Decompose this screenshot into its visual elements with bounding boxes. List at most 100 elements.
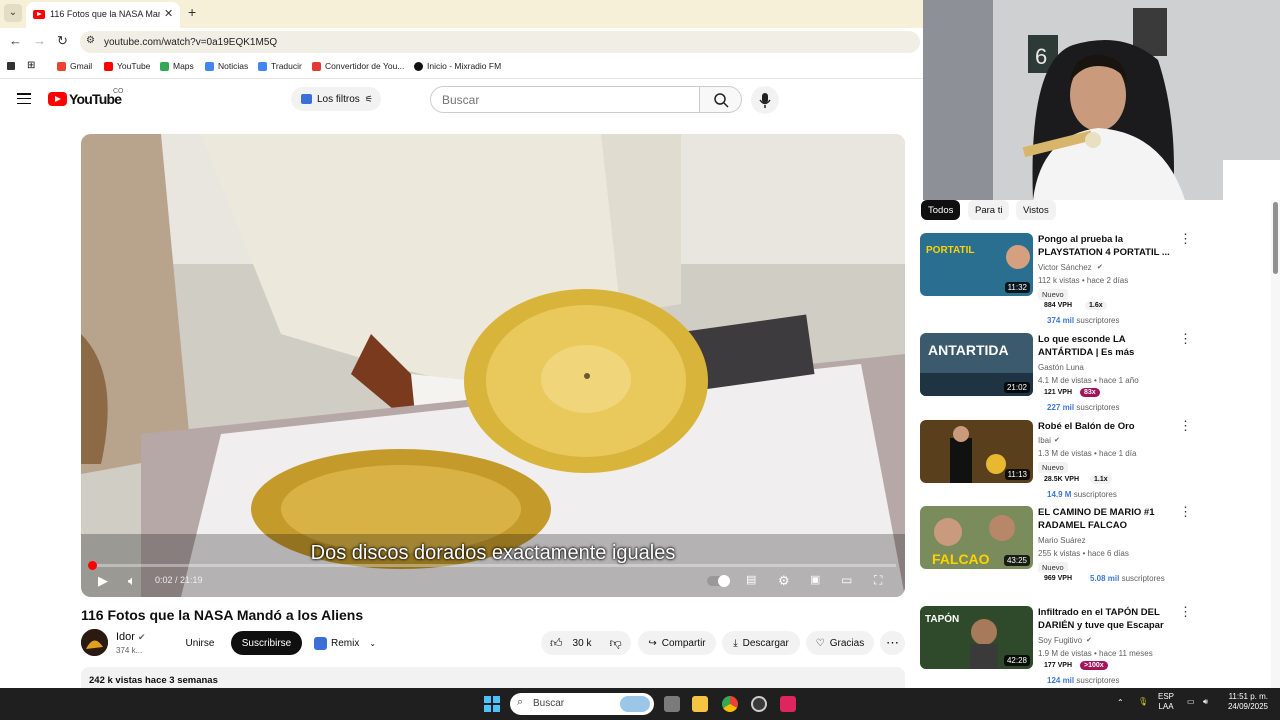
more-options-icon[interactable]: ⋮ (1179, 332, 1192, 345)
grid-icon[interactable]: ⊞ (27, 60, 35, 71)
vph-badge: 884 VPH (1044, 302, 1073, 309)
share-button[interactable]: ↪ Compartir (638, 631, 716, 655)
channel-avatar[interactable] (81, 629, 108, 656)
related-channel-name[interactable]: Victor Sánchez (1038, 263, 1092, 272)
related-video-title[interactable]: Infiltrado en el TAPÓN DEL DARIÉN y tuve… (1038, 606, 1170, 632)
active-tab[interactable]: 116 Fotos que la NASA Mandó a los Aliens… (26, 2, 180, 28)
url-text: youtube.com/watch?v=0a19EQK1M5Q (104, 37, 278, 48)
bookmark-youtube[interactable]: YouTube (104, 61, 150, 71)
thumbs-down-icon[interactable]: 👎︎ (609, 636, 621, 651)
share-arrow-icon: ↪ (648, 637, 657, 649)
bookmark-mixradio[interactable]: Inicio - Mixradio FM (414, 61, 501, 71)
chevron-down-icon[interactable]: ⌄ (369, 639, 376, 648)
related-video-title[interactable]: EL CAMINO DE MARIO #1 RADAMEL FALCAO (1038, 506, 1170, 532)
related-video-title[interactable]: Pongo al prueba la PLAYSTATION 4 PORTATI… (1038, 233, 1170, 259)
tab-search-button[interactable]: ⌄ (4, 4, 22, 22)
scrollbar-thumb[interactable] (1273, 202, 1278, 274)
more-actions-icon[interactable]: ⋯ (880, 631, 905, 655)
video-thumbnail[interactable]: PORTATIL 11:32 (920, 233, 1033, 296)
network-icon[interactable]: ▭ (1187, 697, 1195, 707)
gmail-icon (57, 61, 66, 71)
related-video-title[interactable]: Robé el Balón de Oro (1038, 420, 1170, 433)
channel-name[interactable]: Idor ✔ (116, 631, 146, 643)
tiktok-live-icon[interactable] (780, 696, 796, 712)
verified-check-icon: ✔ (138, 632, 146, 642)
address-bar[interactable]: ⚙ youtube.com/watch?v=0a19EQK1M5Q (80, 31, 920, 53)
site-info-icon[interactable]: ⚙ (86, 35, 95, 46)
volume-icon[interactable]: 🔈︎ (128, 573, 136, 589)
microphone-tray-icon[interactable]: 🎙︎ (1138, 697, 1148, 707)
related-video[interactable]: FALCAO 43:25 EL CAMINO DE MARIO #1 RADAME… (920, 505, 1270, 596)
video-thumbnail[interactable]: ANTARTIDA 21:02 (920, 333, 1033, 396)
video-thumbnail[interactable]: 11:13 (920, 420, 1033, 483)
bookmark-convertidor[interactable]: Convertidor de You... (312, 61, 404, 71)
language-indicator[interactable]: ESP LAA (1158, 692, 1174, 712)
search-button[interactable] (699, 86, 742, 113)
bookmark-traducir[interactable]: Traducir (258, 61, 302, 71)
related-video[interactable]: PORTATIL 11:32 Pongo al prueba la PLAYSTA… (920, 232, 1270, 325)
filters-button[interactable]: Los filtros ⚟ (291, 87, 381, 111)
more-options-icon[interactable]: ⋮ (1179, 419, 1192, 432)
captions-icon[interactable]: ▤ (746, 573, 756, 586)
bookmark-maps[interactable]: Maps (160, 61, 194, 71)
fullscreen-icon[interactable]: ⛶ (874, 573, 882, 588)
menu-icon[interactable] (17, 93, 31, 107)
more-options-icon[interactable]: ⋮ (1179, 232, 1192, 245)
download-button[interactable]: ⤓ Descargar (722, 631, 800, 655)
voice-search-button[interactable] (751, 86, 779, 114)
youtube-logo[interactable]: YouTube (48, 91, 122, 107)
close-tab-icon[interactable]: ✕ (164, 7, 173, 20)
back-icon[interactable]: ← (9, 33, 22, 48)
search-input[interactable] (442, 93, 682, 107)
video-player[interactable]: Dos discos dorados exactamente iguales ▶… (81, 134, 905, 597)
obs-icon[interactable] (751, 696, 767, 712)
apps-square-icon[interactable] (7, 62, 15, 70)
remix-button[interactable]: Remix ⌄ (310, 631, 378, 655)
file-explorer-icon[interactable] (692, 696, 708, 712)
outlier-badge: >100x (1080, 661, 1108, 670)
chip-para-ti[interactable]: Para ti (968, 200, 1010, 220)
tray-chevron-icon[interactable]: ⌃ (1117, 698, 1124, 708)
chip-todos[interactable]: Todos (921, 200, 961, 220)
theater-mode-icon[interactable]: ▭ (841, 573, 852, 587)
volume-tray-icon[interactable]: 🔊︎ (1203, 697, 1208, 707)
related-video[interactable]: 11:13 Robé el Balón de Oro Ibai ✔ 1.3 M … (920, 419, 1270, 510)
related-channel-name[interactable]: Mario Suárez (1038, 536, 1086, 545)
sidebar-scrollbar[interactable] (1271, 200, 1280, 688)
related-channel-name[interactable]: Gastón Luna (1038, 363, 1084, 372)
subscribe-button[interactable]: Suscribirse (231, 631, 302, 655)
taskbar-search[interactable]: ⌕ Buscar (510, 693, 654, 715)
bookmark-gmail[interactable]: Gmail (57, 61, 92, 71)
like-count[interactable]: 30 k (573, 638, 592, 649)
autoplay-toggle[interactable] (707, 575, 730, 587)
subscriber-count: 5.08 mil suscriptores (1090, 574, 1165, 583)
chrome-icon[interactable] (722, 696, 738, 712)
chip-vistos[interactable]: Vistos (1016, 200, 1056, 220)
miniplayer-icon[interactable]: ▣ (810, 573, 820, 586)
related-channel-name[interactable]: Soy Fugitivo (1038, 636, 1082, 645)
related-video-title[interactable]: Lo que esconde LA ANTÁRTIDA | Es más imp… (1038, 333, 1170, 359)
search-box[interactable] (430, 86, 700, 113)
related-channel-name[interactable]: Ibai (1038, 436, 1051, 445)
thanks-button[interactable]: ♡ Gracias (806, 631, 874, 655)
thumbs-up-icon[interactable]: 👍︎ (550, 636, 563, 651)
windows-start-icon[interactable] (484, 696, 500, 712)
settings-gear-icon[interactable]: ⚙ (778, 573, 790, 589)
more-options-icon[interactable]: ⋮ (1179, 605, 1192, 618)
reload-icon[interactable]: ↻ (57, 33, 68, 49)
video-thumbnail[interactable]: TAPÓN 42:28 (920, 606, 1033, 669)
progress-bar[interactable] (88, 561, 896, 570)
search-icon (714, 93, 729, 108)
task-view-icon[interactable] (664, 696, 680, 712)
bookmark-noticias[interactable]: Noticias (205, 61, 248, 71)
clock[interactable]: 11:51 p. m. 24/09/2025 (1222, 692, 1268, 712)
related-video[interactable]: TAPÓN 42:28 Infiltrado en el TAPÓN DEL DA… (920, 605, 1270, 696)
new-tab-button[interactable]: + (188, 4, 196, 20)
progress-scrubber-handle[interactable] (88, 561, 97, 570)
join-button[interactable]: Unirse (175, 631, 225, 655)
forward-icon[interactable]: → (33, 33, 46, 48)
video-thumbnail[interactable]: FALCAO 43:25 (920, 506, 1033, 569)
related-video[interactable]: ANTARTIDA 21:02 Lo que esconde LA ANTÁRTI… (920, 332, 1270, 423)
more-options-icon[interactable]: ⋮ (1179, 505, 1192, 518)
play-icon[interactable]: ▶ (98, 573, 108, 589)
